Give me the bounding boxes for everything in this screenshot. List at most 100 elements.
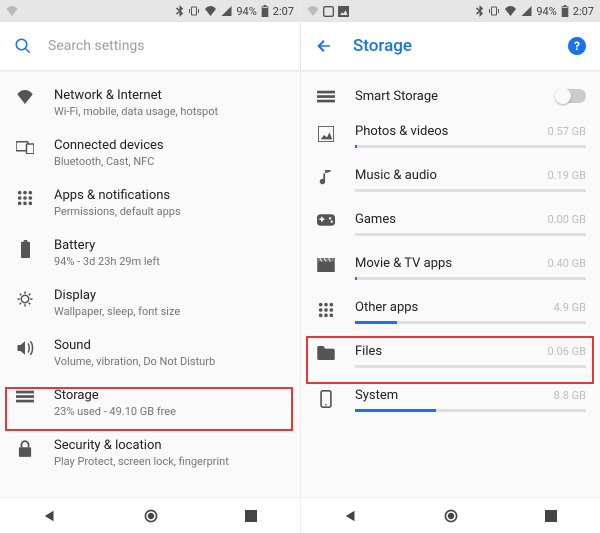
status-bar: 94% 2:07 [0, 0, 300, 22]
storage-header: Storage ? [301, 22, 600, 70]
back-icon[interactable] [315, 37, 333, 55]
movie-icon [315, 256, 337, 272]
item-title: Games [355, 212, 396, 227]
bluetooth-icon [475, 5, 484, 17]
item-title: Other apps [355, 300, 418, 315]
item-title: Photos & videos [355, 124, 448, 139]
item-title: Storage [54, 388, 286, 403]
settings-item-network[interactable]: Network & Internet Wi-Fi, mobile, data u… [0, 78, 300, 128]
item-title: Network & Internet [54, 88, 286, 103]
item-title: Display [54, 288, 286, 303]
signal-icon [221, 6, 232, 16]
smart-storage-row[interactable]: Smart Storage [301, 78, 600, 114]
item-subtitle: Bluetooth, Cast, NFC [54, 155, 286, 168]
item-size: 0.57 GB [539, 125, 586, 138]
wifi-icon [14, 88, 36, 104]
item-subtitle: Wi-Fi, mobile, data usage, hotspot [54, 105, 286, 118]
item-size: 0.40 GB [539, 257, 586, 270]
lock-icon [14, 438, 36, 458]
item-size: 8.8 GB [546, 389, 586, 402]
storage-item-games[interactable]: Games 0.00 GB [301, 202, 600, 246]
nav-recent-icon[interactable] [545, 510, 557, 522]
settings-list: Network & Internet Wi-Fi, mobile, data u… [0, 70, 300, 497]
nav-back-icon[interactable] [43, 509, 57, 523]
signal-icon [521, 6, 532, 16]
folder-icon [315, 344, 337, 360]
item-title: System [355, 388, 398, 403]
item-subtitle: Permissions, default apps [54, 205, 286, 218]
item-title: Smart Storage [355, 89, 438, 104]
battery-icon [261, 5, 269, 17]
item-size: 0.19 GB [539, 169, 586, 182]
search-placeholder: Search settings [48, 38, 145, 54]
image-icon [338, 6, 349, 17]
wifi-weak-icon [6, 6, 18, 16]
devices-icon [14, 138, 36, 154]
vibrate-icon [188, 5, 200, 17]
item-title: Connected devices [54, 138, 286, 153]
progress-fill [355, 409, 436, 412]
item-subtitle: Wallpaper, sleep, font size [54, 305, 286, 318]
item-size: 4.9 GB [546, 301, 586, 314]
sound-icon [14, 338, 36, 356]
storage-item-movies[interactable]: Movie & TV apps 0.40 GB [301, 246, 600, 290]
status-bar: 94% 2:07 [301, 0, 600, 22]
photo-icon [315, 124, 337, 142]
storage-screen: 94% 2:07 Storage ? Smart Storage [300, 0, 600, 533]
settings-item-apps[interactable]: Apps & notifications Permissions, defaul… [0, 178, 300, 228]
battery-icon [14, 238, 36, 258]
item-subtitle: Play Protect, screen lock, fingerprint [54, 455, 286, 468]
settings-item-connected[interactable]: Connected devices Bluetooth, Cast, NFC [0, 128, 300, 178]
nav-back-icon[interactable] [344, 509, 358, 523]
help-icon[interactable]: ? [568, 37, 586, 55]
item-subtitle: 94% - 3d 23h 29m left [54, 255, 286, 268]
settings-screen: 94% 2:07 Search settings Network & Inter… [0, 0, 300, 533]
item-title: Sound [54, 338, 286, 353]
settings-item-sound[interactable]: Sound Volume, vibration, Do Not Disturb [0, 328, 300, 378]
wifi-icon [204, 6, 217, 16]
nav-recent-icon[interactable] [245, 510, 257, 522]
item-title: Movie & TV apps [355, 256, 452, 271]
item-size: 0.00 GB [539, 213, 586, 226]
storage-icon [14, 388, 36, 404]
search-icon [14, 37, 32, 55]
progress-fill [355, 145, 357, 148]
settings-item-security[interactable]: Security & location Play Protect, screen… [0, 428, 300, 478]
storage-item-other-apps[interactable]: Other apps 4.9 GB [301, 290, 600, 334]
item-size: 0.06 GB [539, 345, 586, 358]
storage-item-system[interactable]: System 8.8 GB [301, 378, 600, 422]
nav-bar [0, 497, 300, 533]
nav-home-icon[interactable] [143, 508, 159, 524]
smart-storage-switch[interactable] [556, 89, 586, 103]
nav-bar [301, 497, 600, 533]
settings-item-display[interactable]: Display Wallpaper, sleep, font size [0, 278, 300, 328]
settings-item-storage[interactable]: Storage 23% used - 49.10 GB free [0, 378, 300, 428]
wifi-icon [504, 6, 517, 16]
brightness-icon [14, 288, 36, 308]
search-bar[interactable]: Search settings [0, 22, 300, 70]
wifi-weak-icon [307, 6, 319, 16]
item-title: Apps & notifications [54, 188, 286, 203]
battery-icon [561, 5, 569, 17]
item-title: Battery [54, 238, 286, 253]
item-title: Files [355, 344, 382, 359]
nav-home-icon[interactable] [443, 508, 459, 524]
phone-icon [315, 388, 337, 408]
item-subtitle: 23% used - 49.10 GB free [54, 405, 286, 418]
bluetooth-icon [175, 5, 184, 17]
storage-item-photos[interactable]: Photos & videos 0.57 GB [301, 114, 600, 158]
games-icon [315, 212, 337, 226]
item-title: Security & location [54, 438, 286, 453]
storage-item-music[interactable]: Music & audio 0.19 GB [301, 158, 600, 202]
page-title: Storage [353, 36, 548, 56]
item-subtitle: Volume, vibration, Do Not Disturb [54, 355, 286, 368]
progress-fill [355, 277, 357, 280]
storage-icon [315, 88, 337, 104]
clock-text: 2:07 [573, 5, 594, 18]
storage-item-files[interactable]: Files 0.06 GB [301, 334, 600, 378]
vibrate-icon [488, 5, 500, 17]
settings-item-battery[interactable]: Battery 94% - 3d 23h 29m left [0, 228, 300, 278]
music-icon [315, 168, 337, 188]
apps-icon [315, 300, 337, 318]
battery-text: 94% [236, 5, 256, 18]
